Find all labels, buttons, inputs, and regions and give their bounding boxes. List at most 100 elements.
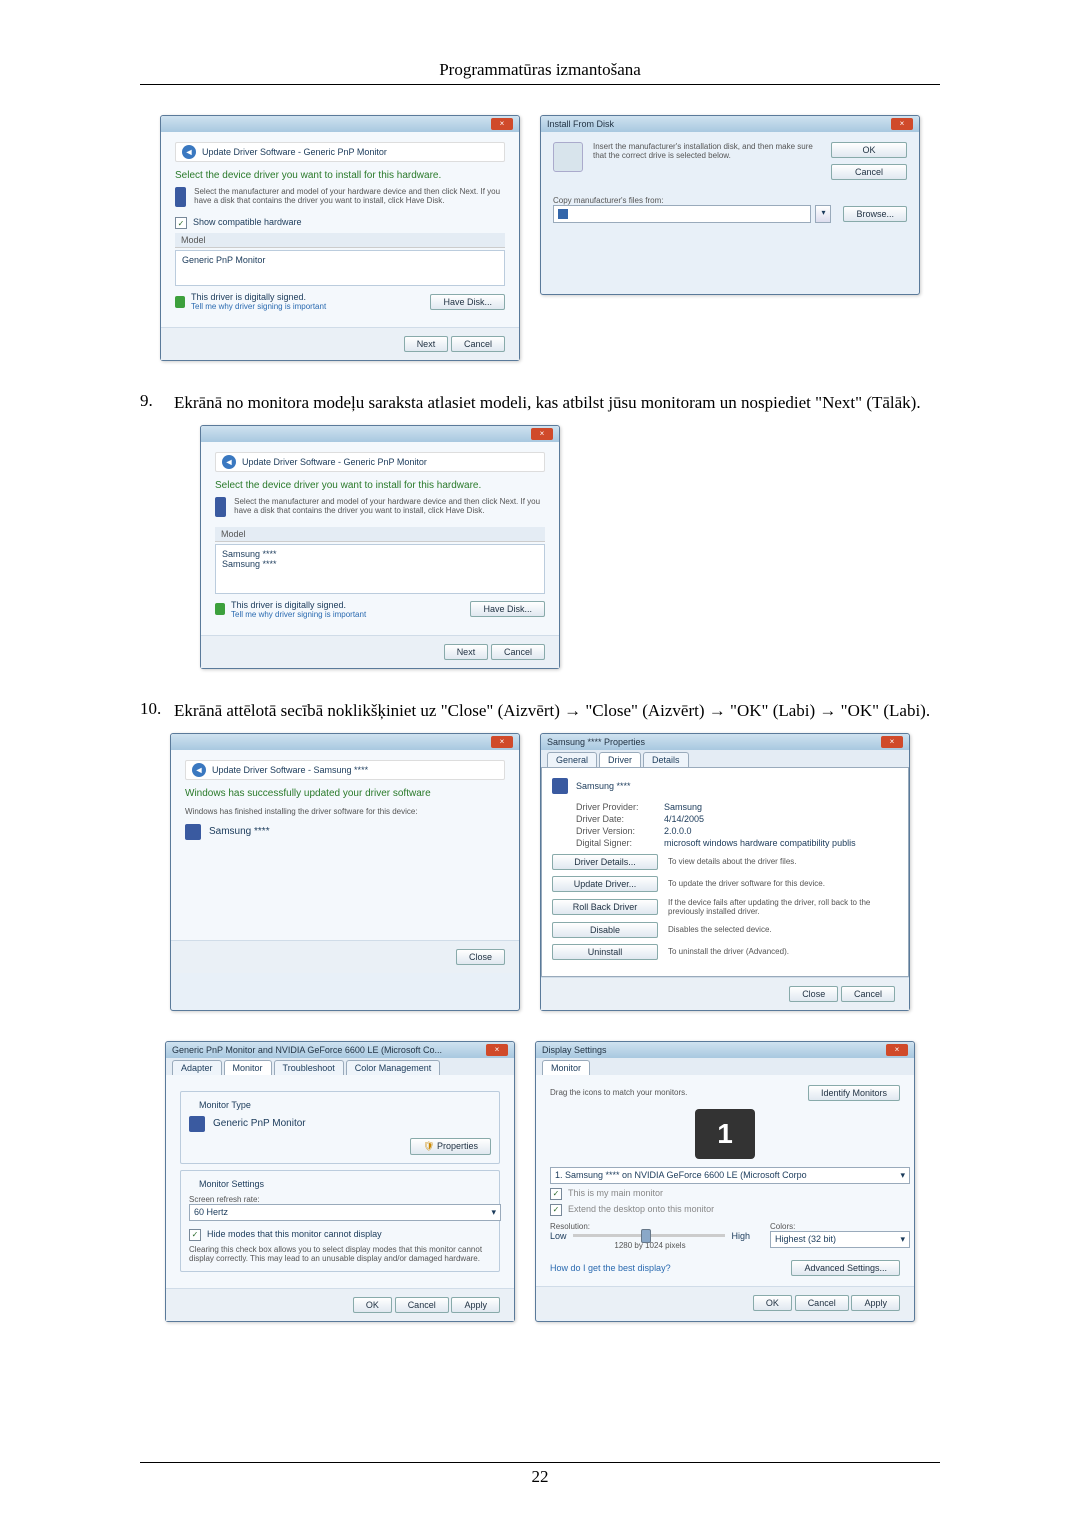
next-button[interactable]: Next (404, 336, 449, 352)
tab-general[interactable]: General (547, 752, 597, 767)
colors-label: Colors: (770, 1222, 900, 1231)
have-disk-button[interactable]: Have Disk... (430, 294, 505, 310)
colors-select[interactable]: Highest (32 bit) ▾ (770, 1231, 910, 1248)
driver-details-desc: To view details about the driver files. (668, 857, 797, 866)
close-icon[interactable]: × (491, 736, 513, 748)
tab-color-management[interactable]: Color Management (346, 1060, 441, 1075)
breadcrumb-text: Update Driver Software - Generic PnP Mon… (242, 457, 427, 467)
monitor-settings-group: Monitor Settings (195, 1179, 268, 1189)
breadcrumb-text: Update Driver Software - Generic PnP Mon… (202, 147, 387, 157)
main-monitor-checkbox[interactable]: ✓ (550, 1188, 562, 1200)
model-list[interactable]: Generic PnP Monitor (175, 250, 505, 286)
device-name: Samsung **** (209, 826, 270, 837)
back-icon[interactable]: ◄ (222, 455, 236, 469)
monitor-type-value: Generic PnP Monitor (213, 1118, 306, 1129)
model-item[interactable]: Generic PnP Monitor (182, 255, 498, 265)
sub-instruction: Select the manufacturer and model of you… (194, 187, 505, 207)
instruction-text: Select the device driver you want to ins… (215, 480, 545, 491)
monitor-select[interactable]: 1. Samsung **** on NVIDIA GeForce 6600 L… (550, 1167, 910, 1184)
identify-monitors-button[interactable]: Identify Monitors (808, 1085, 900, 1101)
cancel-button[interactable]: Cancel (841, 986, 895, 1002)
update-driver-desc: To update the driver software for this d… (668, 879, 825, 888)
properties-button[interactable]: 🛡 Properties (410, 1138, 491, 1155)
tab-adapter[interactable]: Adapter (172, 1060, 222, 1075)
driver-details-button[interactable]: Driver Details... (552, 854, 658, 870)
show-compatible-checkbox[interactable]: ✓ (175, 217, 187, 229)
extend-desktop-checkbox[interactable]: ✓ (550, 1204, 562, 1216)
close-icon[interactable]: × (531, 428, 553, 440)
ok-button[interactable]: OK (831, 142, 907, 158)
display-settings-dialog: Display Settings × Monitor Drag the icon… (535, 1041, 915, 1322)
extend-desktop-label: Extend the desktop onto this monitor (568, 1204, 714, 1214)
browse-button[interactable]: Browse... (843, 206, 907, 222)
tab-details[interactable]: Details (643, 752, 689, 767)
install-from-disk-dialog: Install From Disk × Insert the manufactu… (540, 115, 920, 295)
back-icon[interactable]: ◄ (192, 763, 206, 777)
model-column-header: Model (215, 527, 545, 542)
have-disk-button[interactable]: Have Disk... (470, 601, 545, 617)
model-list[interactable]: Samsung **** Samsung **** (215, 544, 545, 594)
step-text: Ekrānā no monitora modeļu saraksta atlas… (174, 391, 921, 415)
signer-label: Digital Signer: (576, 838, 656, 848)
close-icon[interactable]: × (491, 118, 513, 130)
step-number: 10. (140, 699, 162, 719)
update-driver-dialog-2: × ◄ Update Driver Software - Generic PnP… (200, 425, 560, 669)
cancel-button[interactable]: Cancel (795, 1295, 849, 1311)
ok-button[interactable]: OK (753, 1295, 792, 1311)
close-button[interactable]: Close (789, 986, 838, 1002)
resolution-slider[interactable]: Low High (550, 1231, 750, 1241)
success-message: Windows has successfully updated your dr… (185, 788, 505, 799)
breadcrumb-text: Update Driver Software - Samsung **** (212, 765, 368, 775)
chevron-down-icon[interactable]: ▾ (815, 205, 831, 223)
signed-text: This driver is digitally signed. (231, 600, 366, 610)
uninstall-desc: To uninstall the driver (Advanced). (668, 947, 789, 956)
apply-button[interactable]: Apply (851, 1295, 900, 1311)
close-icon[interactable]: × (886, 1044, 908, 1056)
ok-button[interactable]: OK (353, 1297, 392, 1313)
instruction-text: Select the device driver you want to ins… (175, 170, 505, 181)
chevron-down-icon: ▾ (900, 1234, 905, 1245)
hide-modes-checkbox[interactable]: ✓ (189, 1229, 201, 1241)
signing-info-link[interactable]: Tell me why driver signing is important (191, 302, 326, 311)
breadcrumb: ◄ Update Driver Software - Generic PnP M… (215, 452, 545, 472)
tab-driver[interactable]: Driver (599, 752, 641, 767)
model-item[interactable]: Samsung **** (222, 559, 538, 569)
copy-from-input[interactable] (553, 205, 811, 223)
signing-info-link[interactable]: Tell me why driver signing is important (231, 610, 366, 619)
signed-text: This driver is digitally signed. (191, 292, 326, 302)
refresh-rate-select[interactable]: 60 Hertz ▾ (189, 1204, 501, 1221)
next-button[interactable]: Next (444, 644, 489, 660)
advanced-settings-button[interactable]: Advanced Settings... (791, 1260, 900, 1276)
back-icon[interactable]: ◄ (182, 145, 196, 159)
cancel-button[interactable]: Cancel (395, 1297, 449, 1313)
close-icon[interactable]: × (486, 1044, 508, 1056)
cancel-button[interactable]: Cancel (451, 336, 505, 352)
monitor-type-group: Monitor Type (195, 1100, 255, 1110)
disk-icon (175, 187, 186, 207)
rollback-button[interactable]: Roll Back Driver (552, 899, 658, 915)
disable-button[interactable]: Disable (552, 922, 658, 938)
dialog-title: Display Settings (542, 1045, 607, 1055)
tab-troubleshoot[interactable]: Troubleshoot (274, 1060, 344, 1075)
breadcrumb: ◄ Update Driver Software - Generic PnP M… (175, 142, 505, 162)
update-driver-dialog-1: × ◄ Update Driver Software - Generic PnP… (160, 115, 520, 361)
close-icon[interactable]: × (891, 118, 913, 130)
cancel-button[interactable]: Cancel (491, 644, 545, 660)
best-display-link[interactable]: How do I get the best display? (550, 1263, 671, 1273)
tab-monitor[interactable]: Monitor (224, 1060, 272, 1075)
close-button[interactable]: Close (456, 949, 505, 965)
ifd-message: Insert the manufacturer's installation d… (593, 142, 821, 160)
close-icon[interactable]: × (881, 736, 903, 748)
cancel-button[interactable]: Cancel (831, 164, 907, 180)
driver-properties-dialog: Samsung **** Properties × General Driver… (540, 733, 910, 1011)
update-driver-button[interactable]: Update Driver... (552, 876, 658, 892)
step-text: Ekrānā attēlotā secībā noklikšķiniet uz … (174, 699, 930, 723)
model-column-header: Model (175, 233, 505, 248)
shield-icon (215, 603, 225, 615)
monitor-preview[interactable]: 1 (695, 1109, 755, 1159)
tab-monitor[interactable]: Monitor (542, 1060, 590, 1075)
rollback-desc: If the device fails after updating the d… (668, 898, 898, 916)
uninstall-button[interactable]: Uninstall (552, 944, 658, 960)
apply-button[interactable]: Apply (451, 1297, 500, 1313)
model-item[interactable]: Samsung **** (222, 549, 538, 559)
